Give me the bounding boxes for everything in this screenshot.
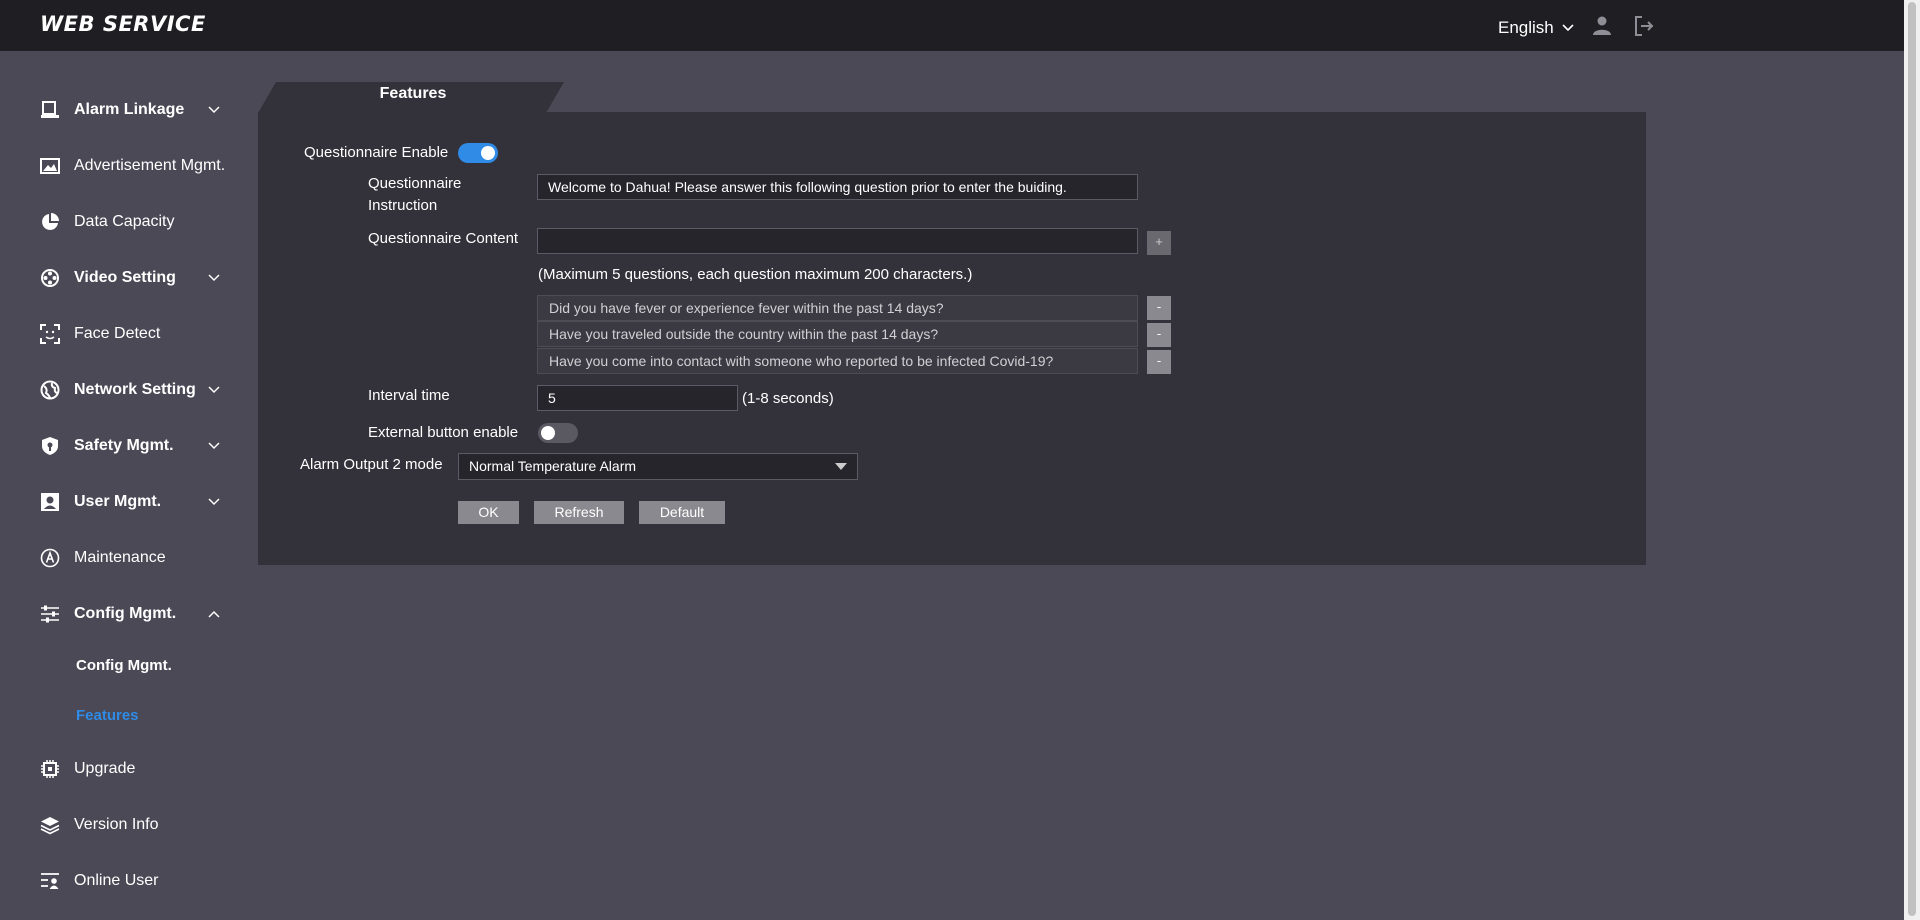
- questionnaire-content-input[interactable]: [537, 228, 1138, 254]
- toggle-knob: [481, 146, 495, 160]
- remove-question-button[interactable]: -: [1147, 296, 1171, 320]
- scrollbar-thumb[interactable]: [1908, 2, 1916, 916]
- sidebar: Alarm Linkage Advertisement Mgmt. Data C…: [0, 51, 240, 920]
- face-detect-icon: [40, 324, 60, 344]
- sidebar-item-config-mgmt[interactable]: Config Mgmt.: [0, 594, 240, 634]
- sidebar-item-data-capacity[interactable]: Data Capacity: [0, 202, 240, 242]
- chevron-down-icon: [208, 106, 220, 114]
- online-user-icon: [41, 873, 59, 889]
- remove-question-button[interactable]: -: [1147, 350, 1171, 374]
- external-button-label: External button enable: [368, 424, 519, 441]
- default-button[interactable]: Default: [639, 501, 725, 524]
- sidebar-item-label: Advertisement Mgmt.: [74, 157, 226, 174]
- sidebar-item-label: Maintenance: [74, 549, 166, 566]
- dropdown-arrow-icon: [835, 463, 847, 470]
- sidebar-item-safety-mgmt[interactable]: Safety Mgmt.: [0, 426, 240, 466]
- question-limit-note: (Maximum 5 questions, each question maxi…: [538, 266, 973, 283]
- alarm-linkage-icon: [41, 101, 59, 118]
- instruction-label-line2: Instruction: [368, 197, 438, 214]
- sidebar-item-version-info[interactable]: Version Info: [0, 805, 240, 845]
- questionnaire-enable-label: Questionnaire Enable: [304, 144, 449, 161]
- sidebar-item-label: Face Detect: [74, 325, 161, 342]
- sidebar-item-video-setting[interactable]: Video Setting: [0, 258, 240, 298]
- chip-icon: [41, 760, 59, 778]
- chevron-down-icon: [208, 498, 220, 506]
- video-reel-icon: [41, 269, 59, 287]
- chevron-up-icon: [208, 610, 220, 618]
- sidebar-item-user-mgmt[interactable]: User Mgmt.: [0, 482, 240, 522]
- logout-icon[interactable]: [1632, 14, 1656, 38]
- alarm-output-value: Normal Temperature Alarm: [469, 458, 637, 474]
- question-item[interactable]: Did you have fever or experience fever w…: [537, 295, 1138, 321]
- globe-icon: [40, 380, 60, 400]
- questionnaire-enable-toggle[interactable]: [458, 143, 498, 163]
- sidebar-item-label: Upgrade: [74, 760, 136, 777]
- question-item[interactable]: Have you traveled outside the country wi…: [537, 321, 1138, 347]
- interval-time-input[interactable]: [537, 385, 738, 411]
- alarm-output-label: Alarm Output 2 mode: [300, 456, 443, 473]
- user-icon[interactable]: [1590, 14, 1614, 38]
- chevron-down-icon: [208, 386, 220, 394]
- sidebar-item-maintenance[interactable]: Maintenance: [0, 538, 240, 578]
- refresh-button[interactable]: Refresh: [534, 501, 624, 524]
- sidebar-item-upgrade[interactable]: Upgrade: [0, 749, 240, 789]
- language-selector[interactable]: English: [1498, 18, 1574, 38]
- sidebar-item-label: Data Capacity: [74, 213, 175, 230]
- chevron-down-icon: [1562, 24, 1574, 32]
- sliders-icon: [41, 605, 59, 623]
- sidebar-item-alarm-linkage[interactable]: Alarm Linkage: [0, 90, 240, 130]
- question-item[interactable]: Have you come into contact with someone …: [537, 348, 1138, 374]
- maintenance-icon: [40, 548, 60, 568]
- toggle-knob: [541, 426, 555, 440]
- tab-label: Features: [379, 85, 447, 102]
- sidebar-item-label: Online User: [74, 872, 159, 889]
- sidebar-item-online-user[interactable]: Online User: [0, 861, 240, 901]
- sidebar-subitem-config-mgmt[interactable]: Config Mgmt.: [76, 657, 172, 674]
- external-button-toggle[interactable]: [538, 423, 578, 443]
- add-question-button[interactable]: +: [1147, 231, 1171, 255]
- interval-time-hint: (1-8 seconds): [742, 390, 834, 407]
- layers-icon: [40, 817, 60, 835]
- pie-chart-icon: [42, 213, 59, 230]
- scrollbar[interactable]: [1904, 0, 1920, 920]
- ok-button[interactable]: OK: [458, 501, 519, 524]
- sidebar-item-advertisement[interactable]: Advertisement Mgmt.: [0, 146, 240, 186]
- chevron-down-icon: [208, 442, 220, 450]
- sidebar-item-label: Video Setting: [74, 269, 176, 286]
- tab-features[interactable]: Features: [258, 82, 564, 113]
- alarm-output-select[interactable]: Normal Temperature Alarm: [458, 453, 858, 480]
- sidebar-item-network-setting[interactable]: Network Setting: [0, 370, 240, 410]
- app-logo: WEB SERVICE: [40, 12, 206, 36]
- sidebar-item-label: Config Mgmt.: [74, 605, 177, 622]
- user-card-icon: [41, 493, 59, 511]
- sidebar-subitem-features[interactable]: Features: [76, 707, 139, 724]
- interval-time-label: Interval time: [368, 387, 450, 404]
- language-label: English: [1498, 18, 1554, 37]
- sidebar-item-label: Safety Mgmt.: [74, 437, 174, 454]
- sidebar-item-label: Network Setting: [74, 381, 196, 398]
- remove-question-button[interactable]: -: [1147, 323, 1171, 347]
- chevron-down-icon: [208, 274, 220, 282]
- questionnaire-instruction-input[interactable]: [537, 174, 1138, 200]
- questionnaire-content-label: Questionnaire Content: [368, 230, 519, 247]
- shield-icon: [42, 437, 58, 455]
- image-icon: [40, 158, 60, 174]
- sidebar-item-face-detect[interactable]: Face Detect: [0, 314, 240, 354]
- sidebar-item-label: User Mgmt.: [74, 493, 162, 510]
- sidebar-item-label: Version Info: [74, 816, 159, 833]
- sidebar-item-label: Alarm Linkage: [74, 101, 185, 118]
- instruction-label-line1: Questionnaire: [368, 175, 462, 192]
- top-bar: WEB SERVICE English: [0, 0, 1904, 51]
